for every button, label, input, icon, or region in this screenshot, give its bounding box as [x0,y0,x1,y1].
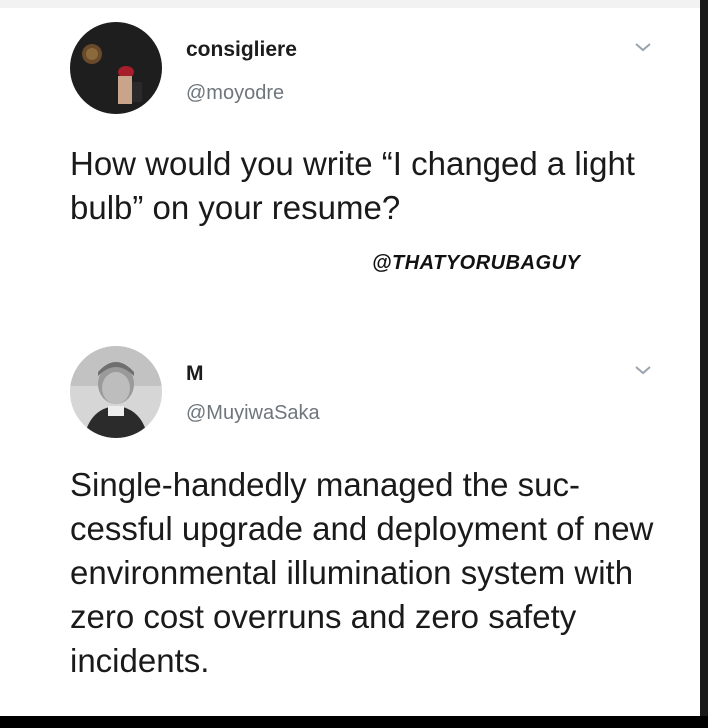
tweet-text: How would you write “I changed a light b… [70,145,635,226]
display-name[interactable]: consigliere [186,38,297,62]
tweet-text: Single-handedly managed the suc-cessful … [70,466,654,679]
tweet-screenshot: consigliere @moyodre How would you write… [0,0,708,716]
chevron-down-icon[interactable] [633,40,653,54]
watermark: @THATYORUBAGUY [372,252,581,274]
chevron-down-icon[interactable] [633,363,653,377]
top-band [0,0,700,8]
display-name[interactable]: M [186,362,204,386]
user-handle[interactable]: @moyodre [186,82,284,105]
profile-photo-grayscale-portrait-icon [70,346,162,438]
profile-photo-dark-icon [70,22,162,114]
user-handle[interactable]: @MuyiwaSaka [186,402,320,425]
avatar-m[interactable] [70,346,162,438]
avatar-consigliere[interactable] [70,22,162,114]
